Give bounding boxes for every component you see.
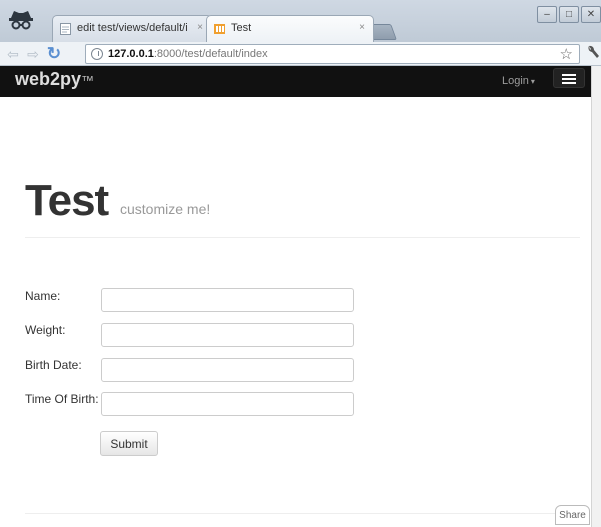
url-host: 127.0.0.1 — [108, 48, 154, 60]
document-icon — [60, 23, 71, 35]
brand-bold: 2py — [50, 69, 82, 89]
brand-prefix: web — [15, 69, 51, 89]
browser-toolbar: ⇦ ⇨ ↻ 127.0.0.1:8000/test/default/index … — [0, 42, 601, 66]
web2py-favicon-icon — [214, 24, 225, 34]
page-info-icon[interactable] — [91, 48, 103, 60]
page-title: Test — [25, 176, 109, 225]
forward-arrow-icon[interactable]: ⇨ — [24, 45, 42, 63]
site-navbar: web2py™ Login ▾ — [0, 66, 591, 97]
divider — [25, 237, 580, 238]
address-bar[interactable]: 127.0.0.1:8000/test/default/index ☆ — [85, 44, 580, 64]
login-label: Login — [502, 75, 529, 87]
scrollbar[interactable] — [591, 66, 601, 527]
tab-test[interactable]: Test × — [206, 15, 374, 42]
caret-down-icon: ▾ — [530, 77, 535, 86]
tab-strip: edit test/views/default/index.html × Tes… — [0, 0, 601, 42]
submit-button[interactable]: Submit — [100, 431, 158, 456]
tab-edit[interactable]: edit test/views/default/index.html × — [52, 15, 212, 42]
divider — [25, 513, 580, 514]
reload-icon[interactable]: ↻ — [45, 44, 63, 63]
tab-label: Test — [231, 22, 252, 34]
login-dropdown[interactable]: Login ▾ — [502, 75, 535, 87]
time-of-birth-field[interactable] — [101, 392, 354, 416]
birth-date-field[interactable] — [101, 358, 354, 382]
name-label: Name: — [25, 289, 61, 303]
hamburger-bar — [562, 74, 576, 76]
url-path: :8000/test/default/index — [153, 48, 268, 60]
tab-label: edit test/views/default/index.html — [77, 22, 187, 34]
hamburger-bar — [562, 78, 576, 80]
menu-toggle-button[interactable] — [553, 68, 585, 88]
back-arrow-icon[interactable]: ⇦ — [4, 45, 22, 63]
share-button[interactable]: Share — [555, 505, 590, 525]
close-window-button[interactable]: ✕ — [581, 6, 601, 23]
tab-close-icon[interactable]: × — [197, 22, 203, 33]
time-of-birth-label: Time Of Birth: — [25, 392, 99, 406]
bookmark-star-icon[interactable]: ☆ — [560, 45, 573, 63]
wrench-icon[interactable] — [586, 44, 600, 60]
weight-field[interactable] — [101, 323, 354, 347]
name-field[interactable] — [101, 288, 354, 312]
maximize-button[interactable]: □ — [559, 6, 579, 23]
browser-window: edit test/views/default/index.html × Tes… — [0, 0, 601, 527]
brand-logo[interactable]: web2py™ — [15, 69, 94, 90]
weight-label: Weight: — [25, 323, 66, 337]
window-controls: – □ ✕ — [537, 6, 601, 23]
incognito-icon — [9, 11, 33, 30]
brand-tm: ™ — [81, 73, 95, 88]
tab-close-icon[interactable]: × — [359, 22, 365, 33]
hamburger-bar — [562, 82, 576, 84]
page-subtitle: customize me! — [120, 201, 211, 217]
birth-date-label: Birth Date: — [25, 358, 82, 372]
minimize-button[interactable]: – — [537, 6, 557, 23]
